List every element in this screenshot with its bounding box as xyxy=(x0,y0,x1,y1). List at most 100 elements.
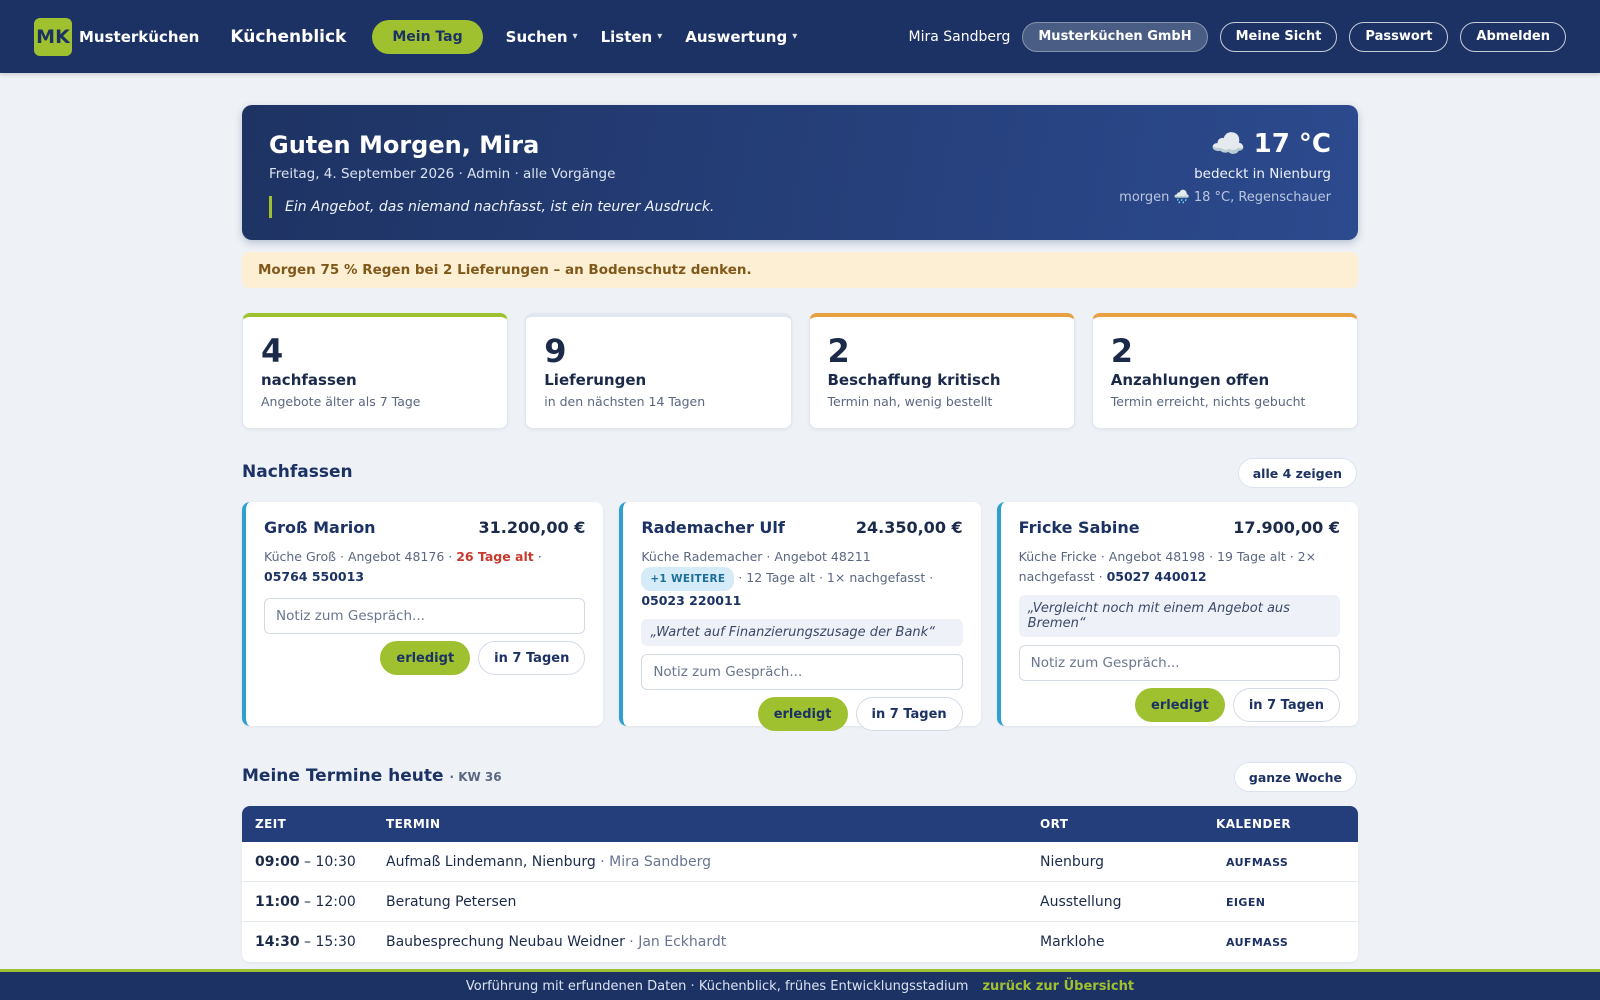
note-input[interactable] xyxy=(641,654,963,690)
offer-amount: 24.350,00 € xyxy=(855,518,963,537)
offer-meta: Küche Fricke · Angebot 48198 · 19 Tage a… xyxy=(1019,547,1340,587)
place-cell: Marklohe xyxy=(1040,934,1105,950)
calendar-cell: EIGEN xyxy=(1216,894,1358,910)
last-note-quote: „Wartet auf Finanzierungszusage der Bank… xyxy=(641,619,963,646)
card-header: Fricke Sabine 17.900,00 € xyxy=(1019,518,1340,537)
start-time: 14:30 xyxy=(255,934,300,950)
nav-menu-label: Suchen xyxy=(505,27,568,46)
offer-meta: Küche Rademacher · Angebot 48211 +1 WEIT… xyxy=(641,547,962,611)
customer-name[interactable]: Fricke Sabine xyxy=(1019,518,1140,537)
meta-text: Küche Rademacher · Angebot 48211 xyxy=(641,549,871,564)
follow-up-card: Groß Marion 31.200,00 € Küche Groß · Ang… xyxy=(242,502,604,726)
logo-icon[interactable]: MK xyxy=(34,17,72,56)
password-button[interactable]: Passwort xyxy=(1349,21,1449,52)
appointment-cell: Aufmaß Lindemann, Nienburg · Mira Sandbe… xyxy=(386,854,1040,870)
logo-text[interactable]: Musterküchen xyxy=(79,28,199,46)
meta-text: Küche Groß · Angebot 48176 · xyxy=(264,549,457,564)
done-button[interactable]: erledigt xyxy=(757,697,848,731)
table-header: ZEIT TERMIN ORT KALENDER xyxy=(242,806,1358,842)
stat-card-deposits[interactable]: 2 Anzahlungen offen Termin erreicht, nic… xyxy=(1091,313,1358,429)
stat-number: 4 xyxy=(261,332,284,370)
appointment-cell: Beratung Petersen xyxy=(386,894,1040,910)
calendar-cell: AUFMASS xyxy=(1216,854,1358,870)
phone-number[interactable]: 05023 220011 xyxy=(641,593,741,608)
stat-number: 9 xyxy=(544,332,567,370)
phone-number[interactable]: 05764 550013 xyxy=(264,569,364,584)
card-actions: erledigt in 7 Tagen xyxy=(1019,688,1340,722)
logout-button[interactable]: Abmelden xyxy=(1460,21,1566,52)
place-cell: Nienburg xyxy=(1040,853,1105,870)
stat-cards: 4 nachfassen Angebote älter als 7 Tage 9… xyxy=(242,313,1358,429)
stat-subtitle: Termin nah, wenig bestellt xyxy=(827,394,993,409)
appointment-person: · Jan Eckhardt xyxy=(624,934,727,950)
customer-name[interactable]: Groß Marion xyxy=(264,518,376,537)
stat-label: Anzahlungen offen xyxy=(1110,371,1270,389)
follow-up-title: Nachfassen xyxy=(242,462,353,482)
calendar-week: · KW 36 xyxy=(449,770,502,784)
appointments-table: ZEIT TERMIN ORT KALENDER 09:00 – 10:30 A… xyxy=(242,806,1358,962)
rain-warning: Morgen 75 % Regen bei 2 Lieferungen – an… xyxy=(242,252,1358,288)
note-input[interactable] xyxy=(1018,645,1340,681)
back-to-overview-link[interactable]: zurück zur Übersicht xyxy=(982,979,1134,994)
appointment-title: Baubesprechung Neubau Weidner xyxy=(386,934,625,950)
table-row[interactable]: 09:00 – 10:30 Aufmaß Lindemann, Nienburg… xyxy=(242,842,1358,882)
chevron-down-icon: ▾ xyxy=(657,31,663,42)
stat-card-follow-up[interactable]: 4 nachfassen Angebote älter als 7 Tage xyxy=(242,313,509,429)
user-name: Mira Sandberg xyxy=(908,28,1011,45)
weather-widget: ☁️ 17 °C bedeckt in Nienburg morgen 🌧️ 1… xyxy=(1119,127,1331,205)
last-note-quote: „Vergleicht noch mit einem Angebot aus B… xyxy=(1018,595,1340,637)
column-header-place: ORT xyxy=(1040,817,1069,831)
nav-menu-lists[interactable]: Listen ▾ xyxy=(601,28,663,46)
nav-menu-label: Listen xyxy=(600,27,653,46)
product-name[interactable]: Küchenblick xyxy=(230,27,346,47)
offer-meta: Küche Groß · Angebot 48176 · 26 Tage alt… xyxy=(264,547,585,587)
stat-subtitle: in den nächsten 14 Tagen xyxy=(544,394,706,409)
chevron-down-icon: ▾ xyxy=(572,31,578,42)
footer-text: Vorführung mit erfundenen Daten · Küchen… xyxy=(465,978,969,994)
time-cell: 11:00 – 12:00 xyxy=(242,894,386,910)
stat-subtitle: Termin erreicht, nichts gebucht xyxy=(1110,394,1306,409)
end-time: – 15:30 xyxy=(299,934,356,950)
offer-amount: 31.200,00 € xyxy=(478,518,586,537)
note-input[interactable] xyxy=(264,598,586,634)
table-row[interactable]: 14:30 – 15:30 Baubesprechung Neubau Weid… xyxy=(242,922,1358,962)
done-button[interactable]: erledigt xyxy=(1135,688,1225,722)
company-button[interactable]: Musterküchen GmbH xyxy=(1022,21,1208,52)
offer-amount: 17.900,00 € xyxy=(1233,518,1340,537)
nav-menu-search[interactable]: Suchen ▾ xyxy=(506,28,578,46)
snooze-button[interactable]: in 7 Tagen xyxy=(1232,688,1340,722)
appointment-title: Aufmaß Lindemann, Nienburg xyxy=(386,853,596,870)
card-actions: erledigt in 7 Tagen xyxy=(641,697,963,731)
meta-text: · xyxy=(533,549,542,564)
table-row[interactable]: 11:00 – 12:00 Beratung Petersen Ausstell… xyxy=(242,882,1358,922)
stat-number: 2 xyxy=(827,332,850,370)
card-header: Rademacher Ulf 24.350,00 € xyxy=(641,518,962,537)
stat-number: 2 xyxy=(1110,332,1134,370)
temperature: 17 °C xyxy=(1253,128,1331,159)
end-time: – 10:30 xyxy=(299,853,356,870)
phone-number[interactable]: 05027 440012 xyxy=(1107,569,1207,584)
snooze-button[interactable]: in 7 Tagen xyxy=(478,641,586,675)
show-all-button[interactable]: alle 4 zeigen xyxy=(1237,458,1357,488)
follow-up-card: Fricke Sabine 17.900,00 € Küche Fricke ·… xyxy=(996,502,1358,726)
whole-week-button[interactable]: ganze Woche xyxy=(1233,762,1357,792)
more-offers-badge[interactable]: +1 WEITERE xyxy=(641,567,735,591)
card-actions: erledigt in 7 Tagen xyxy=(264,641,586,675)
column-header-appointment: TERMIN xyxy=(386,817,441,831)
time-cell: 14:30 – 15:30 xyxy=(242,934,386,950)
done-button[interactable]: erledigt xyxy=(380,641,471,675)
weather-current: ☁️ 17 °C xyxy=(1119,127,1331,160)
appointments-title-text: Meine Termine heute xyxy=(242,766,444,786)
my-view-button[interactable]: Meine Sicht xyxy=(1219,21,1338,52)
appointment-cell: Baubesprechung Neubau Weidner · Jan Eckh… xyxy=(386,934,1040,950)
nav-menu-reports[interactable]: Auswertung ▾ xyxy=(685,28,797,46)
nav-my-day[interactable]: Mein Tag xyxy=(372,19,483,54)
start-time: 09:00 xyxy=(255,853,300,870)
stat-card-procurement[interactable]: 2 Beschaffung kritisch Termin nah, wenig… xyxy=(808,313,1075,429)
customer-name[interactable]: Rademacher Ulf xyxy=(641,518,785,537)
stat-card-deliveries[interactable]: 9 Lieferungen in den nächsten 14 Tagen xyxy=(525,313,792,429)
snooze-button[interactable]: in 7 Tagen xyxy=(855,697,963,731)
column-header-time: ZEIT xyxy=(255,817,287,831)
calendar-cell: AUFMASS xyxy=(1216,934,1358,950)
stat-label: Beschaffung kritisch xyxy=(827,371,1001,389)
